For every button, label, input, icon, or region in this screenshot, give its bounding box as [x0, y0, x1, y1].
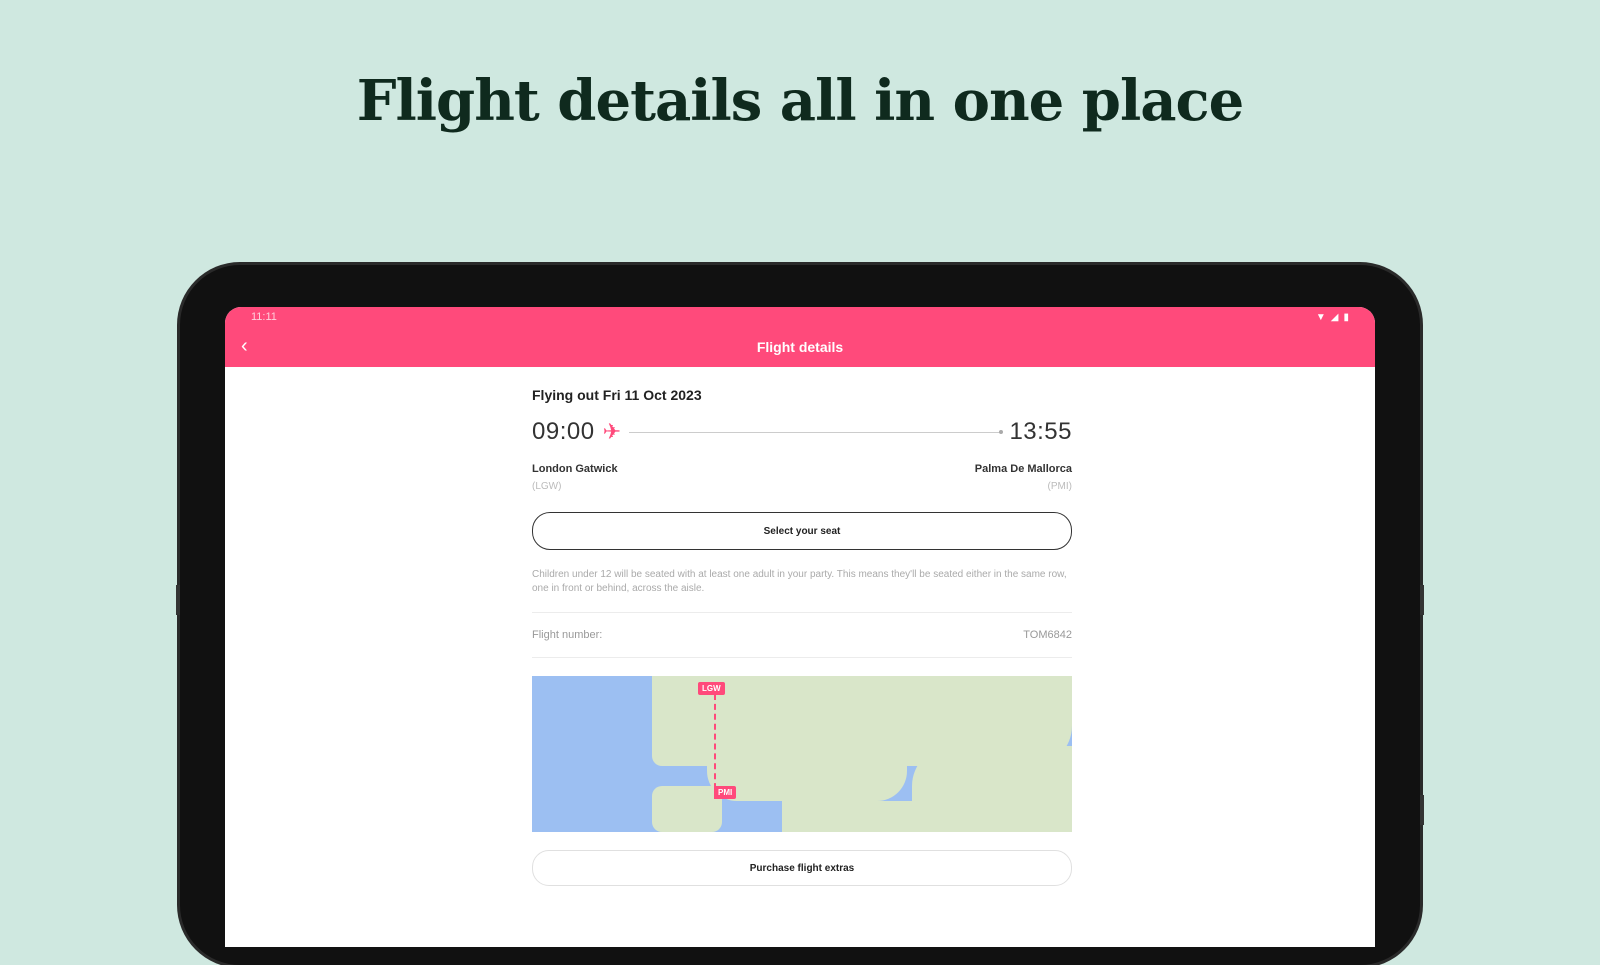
divider — [532, 657, 1072, 658]
destination-pin: PMI — [714, 786, 737, 799]
select-seat-button[interactable]: Select your seat — [532, 512, 1072, 550]
side-button — [176, 585, 180, 615]
flight-number-value: TOM6842 — [1023, 629, 1072, 641]
tablet-frame: 11:11 ▼ ◢ ▮ ‹ Flight details Flying out … — [176, 265, 1424, 965]
origin-airport: London Gatwick (LGW) — [532, 463, 618, 492]
flight-number-row: Flight number: TOM6842 — [532, 613, 1072, 657]
origin-code: (LGW) — [532, 481, 562, 492]
map-land — [652, 786, 722, 832]
chevron-left-icon: ‹ — [241, 335, 248, 357]
origin-name: London Gatwick — [532, 463, 618, 475]
app-bar: ‹ Flight details — [225, 327, 1375, 367]
flight-details-content: Flying out Fri 11 Oct 2023 09:00 ✈ 13:55… — [532, 387, 1072, 886]
wifi-icon: ▼ — [1315, 311, 1326, 323]
flight-date: Flying out Fri 11 Oct 2023 — [532, 387, 702, 403]
route-map[interactable]: LGW PMI — [532, 676, 1072, 832]
map-land — [782, 801, 922, 832]
status-icons: ▼ ◢ ▮ — [1316, 312, 1349, 323]
origin-pin: LGW — [698, 682, 725, 695]
battery-icon: ▮ — [1343, 311, 1349, 323]
status-time: 11:11 — [251, 311, 277, 323]
airports: London Gatwick (LGW) Palma De Mallorca (… — [532, 463, 1072, 492]
destination-name: Palma De Mallorca — [974, 463, 1072, 475]
flight-number-label: Flight number: — [532, 629, 603, 641]
flight-route-path — [714, 694, 716, 799]
signal-icon: ◢ — [1330, 311, 1339, 323]
depart-time: 09:00 — [532, 418, 595, 445]
destination-airport: Palma De Mallorca (PMI) — [975, 463, 1072, 492]
map-land — [912, 746, 1072, 832]
destination-code: (PMI) — [1047, 481, 1072, 492]
app-screen: 11:11 ▼ ◢ ▮ ‹ Flight details Flying out … — [225, 307, 1375, 947]
headline: Flight details all in one place — [356, 68, 1245, 134]
back-button[interactable]: ‹ — [241, 335, 248, 358]
purchase-extras-button[interactable]: Purchase flight extras — [532, 850, 1072, 886]
side-button — [1420, 585, 1424, 615]
app-title: Flight details — [756, 339, 844, 355]
seating-note: Children under 12 will be seated with at… — [532, 569, 1067, 594]
status-bar: 11:11 ▼ ◢ ▮ — [225, 307, 1375, 327]
side-button — [1420, 795, 1424, 825]
flight-times: 09:00 ✈ 13:55 — [532, 418, 1072, 445]
plane-icon: ✈ — [602, 419, 621, 444]
route-line — [629, 429, 1004, 434]
map-land — [707, 756, 907, 801]
arrive-time: 13:55 — [1009, 418, 1072, 445]
